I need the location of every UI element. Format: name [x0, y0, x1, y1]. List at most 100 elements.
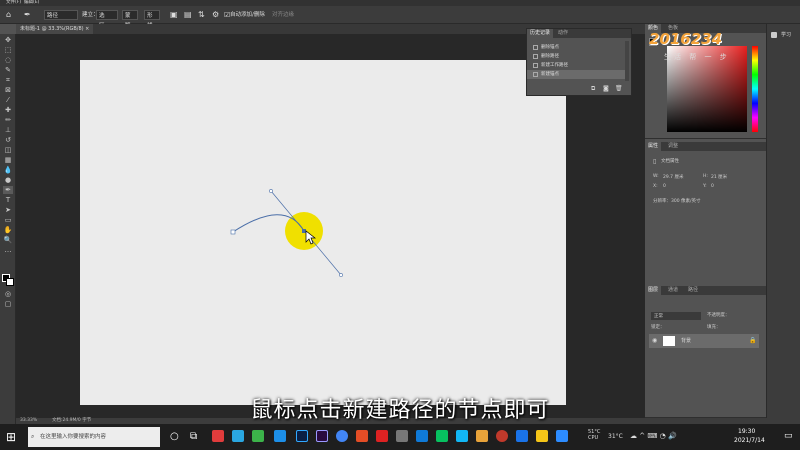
zoom-tool-icon[interactable]: 🔍 — [3, 236, 13, 244]
x-value[interactable]: 0 — [663, 184, 666, 189]
type-tool-icon[interactable]: T — [3, 196, 13, 204]
tab-actions[interactable]: 动作 — [555, 29, 571, 38]
app-icon-10[interactable] — [396, 430, 408, 442]
chrome-icon[interactable] — [336, 430, 348, 442]
app-icon-15[interactable] — [496, 430, 508, 442]
y-value[interactable]: 0 — [711, 184, 714, 189]
app-icon-9[interactable] — [376, 430, 388, 442]
app-icon-2[interactable] — [232, 430, 244, 442]
learn-button[interactable]: 学习 — [769, 30, 799, 40]
blur-tool-icon[interactable]: 💧 — [3, 166, 13, 174]
path-select-tool-icon[interactable]: ➤ — [3, 206, 13, 214]
quick-select-tool-icon[interactable]: ✎ — [3, 66, 13, 74]
eraser-tool-icon[interactable]: ◫ — [3, 146, 13, 154]
tab-history[interactable]: 历史记录 — [527, 29, 554, 38]
dodge-tool-icon[interactable]: ● — [3, 176, 13, 184]
tab-properties[interactable]: 属性 — [645, 142, 662, 151]
history-step-icon — [533, 72, 538, 77]
premiere-icon[interactable] — [316, 430, 328, 442]
marquee-tool-icon[interactable]: ⬚ — [3, 46, 13, 54]
healing-tool-icon[interactable]: ✚ — [3, 106, 13, 114]
frame-tool-icon[interactable]: ⊠ — [3, 86, 13, 94]
height-value[interactable]: 21 厘米 — [711, 174, 727, 180]
hand-tool-icon[interactable]: ✋ — [3, 226, 13, 234]
rectangle-tool-icon[interactable]: ▭ — [3, 216, 13, 224]
gear-icon[interactable]: ⚙ — [210, 10, 221, 20]
gradient-tool-icon[interactable]: ▦ — [3, 156, 13, 164]
anchor-point-new[interactable] — [302, 229, 306, 233]
mode-select[interactable]: 路径 — [44, 10, 78, 20]
history-scrollbar[interactable] — [625, 41, 629, 81]
app-icon-14[interactable] — [476, 430, 488, 442]
more-tools-icon[interactable]: … — [3, 246, 13, 254]
document-tab[interactable]: 未标题-1 @ 33.3%(RGB/8) × — [16, 24, 94, 34]
history-item[interactable]: 删除锚点 — [527, 43, 625, 52]
weather-temp[interactable]: 31°C — [608, 433, 623, 440]
layer-thumbnail — [663, 336, 675, 346]
camera-icon[interactable]: ◙ — [603, 85, 609, 92]
width-value[interactable]: 29.7 厘米 — [663, 174, 683, 180]
history-item[interactable]: 新建工作路径 — [527, 61, 625, 70]
eye-icon[interactable]: ◉ — [652, 337, 657, 344]
quick-mask-icon[interactable]: ◎ — [3, 290, 13, 298]
app-icon-3[interactable] — [252, 430, 264, 442]
tab-adjustments[interactable]: 调整 — [665, 142, 681, 151]
handle-point-top[interactable] — [269, 189, 273, 193]
wechat-icon[interactable] — [436, 430, 448, 442]
app-icon-11[interactable] — [416, 430, 428, 442]
app-icon-17[interactable] — [536, 430, 548, 442]
clock-date[interactable]: 2021/7/14 — [734, 437, 765, 444]
move-tool-icon[interactable]: ✥ — [3, 36, 13, 44]
selection-button[interactable]: 选区... — [96, 10, 118, 29]
app-icon-1[interactable] — [212, 430, 224, 442]
crop-tool-icon[interactable]: ⌗ — [3, 76, 13, 84]
history-brush-tool-icon[interactable]: ↺ — [3, 136, 13, 144]
taskbar-search-input[interactable]: ⌕ 在这里输入你要搜索的内容 — [28, 427, 160, 447]
path-ops-icon[interactable]: ▣ — [168, 10, 180, 20]
task-view-icon[interactable]: ⧉ — [190, 431, 197, 442]
app-icon-8[interactable] — [356, 430, 368, 442]
clock-time[interactable]: 19:30 — [738, 428, 755, 435]
mask-button[interactable]: 蒙版 — [122, 10, 138, 29]
lasso-tool-icon[interactable]: ◌ — [3, 56, 13, 64]
history-panel: 历史记录 动作 删除锚点 删除路径 新建工作路径 新建锚点 ⧉ ◙ 🗑 — [526, 28, 632, 96]
tab-channels[interactable]: 通道 — [665, 286, 681, 295]
opacity-label: 不透明度： — [707, 313, 730, 318]
trash-icon[interactable]: 🗑 — [615, 85, 623, 92]
tab-layers[interactable]: 图层 — [645, 286, 662, 295]
tab-paths[interactable]: 路径 — [685, 286, 701, 295]
history-item[interactable]: 删除路径 — [527, 52, 625, 61]
stamp-tool-icon[interactable]: ⊥ — [3, 126, 13, 134]
path-arrange-icon[interactable]: ⇅ — [196, 10, 207, 20]
history-item-selected[interactable]: 新建锚点 — [527, 70, 625, 79]
anchor-point-start[interactable] — [230, 229, 236, 235]
brush-tool-icon[interactable]: ✏ — [3, 116, 13, 124]
system-tray-icons[interactable]: ☁ ^ ⌨ ◔ 🔊 — [630, 432, 677, 440]
app-icon-18[interactable] — [556, 430, 568, 442]
notification-icon[interactable]: ▭ — [784, 431, 793, 441]
video-subtitle: 鼠标点击新建路径的节点即可 — [250, 398, 550, 423]
windows-start-icon[interactable]: ⊞ — [6, 430, 16, 444]
right-icon-strip: 学习 — [766, 24, 800, 418]
photoshop-icon[interactable] — [296, 430, 308, 442]
hue-slider[interactable] — [752, 46, 758, 132]
pen-tool-icon-active[interactable]: ✒ — [3, 186, 13, 194]
pen-tool-icon[interactable]: ✒ — [22, 10, 33, 20]
blend-mode-select[interactable]: 正常 — [651, 312, 701, 320]
eyedropper-tool-icon[interactable]: ⁄ — [3, 96, 13, 104]
layer-row-background[interactable]: ◉ 背景 🔒 — [649, 334, 759, 348]
cortana-icon[interactable]: ○ — [170, 431, 179, 442]
home-icon[interactable]: ⌂ — [4, 10, 13, 20]
app-icon-4[interactable] — [274, 430, 286, 442]
document-canvas[interactable] — [80, 60, 566, 405]
fill-label: 填充： — [707, 325, 721, 330]
lock-label: 锁定： — [651, 325, 665, 330]
qq-icon[interactable] — [456, 430, 468, 442]
handle-point-bottom[interactable] — [339, 273, 343, 277]
shape-button[interactable]: 形状 — [144, 10, 160, 29]
new-document-icon[interactable]: ⧉ — [591, 85, 595, 93]
app-icon-16[interactable] — [516, 430, 528, 442]
path-align-icon[interactable]: ▤ — [182, 10, 194, 20]
background-color-swatch[interactable] — [6, 278, 14, 286]
screen-mode-icon[interactable]: ▢ — [3, 300, 13, 308]
